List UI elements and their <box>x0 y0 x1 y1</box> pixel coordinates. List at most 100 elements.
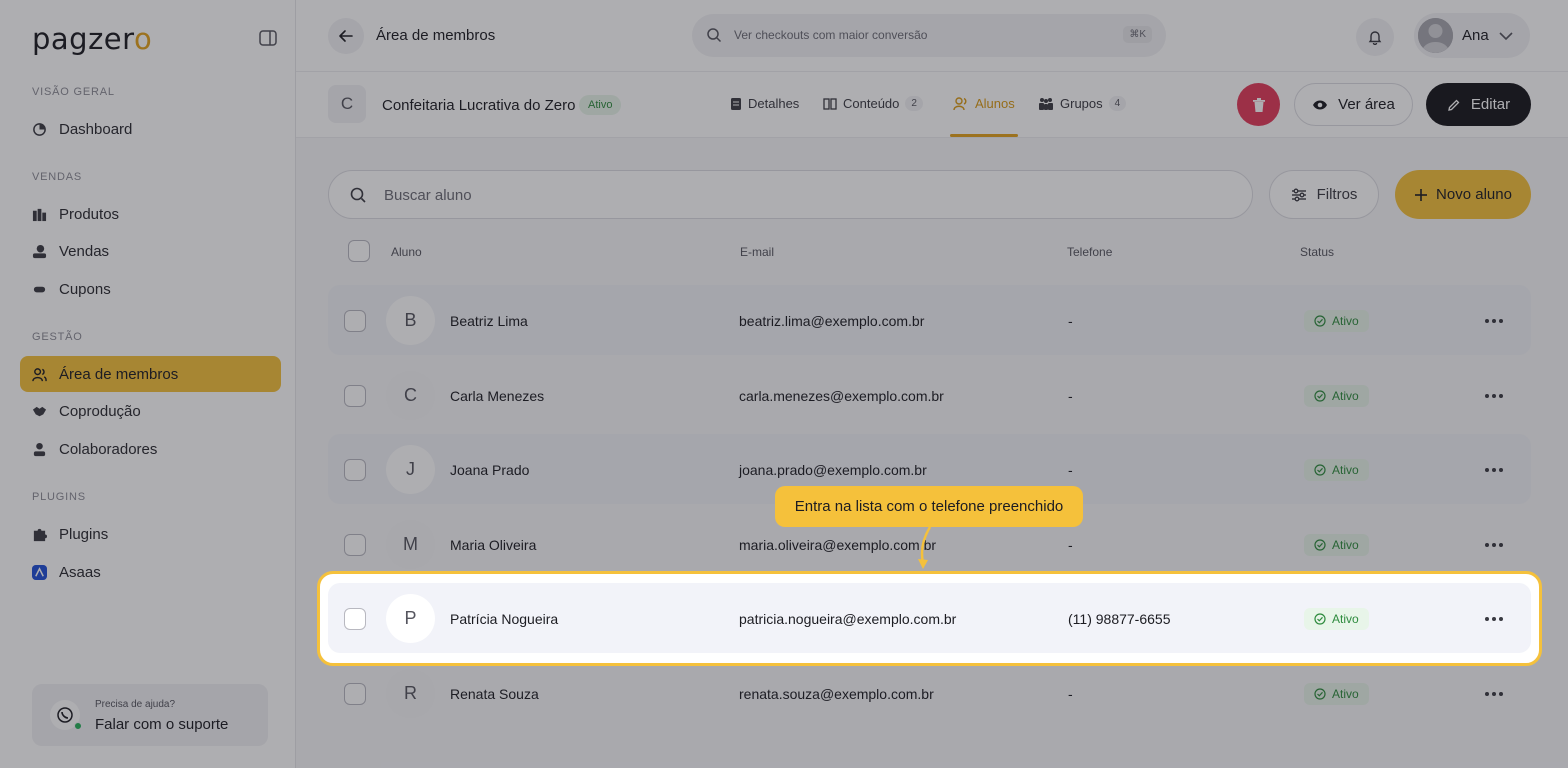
more-options-icon[interactable] <box>1482 684 1506 704</box>
sidebar-collapse-icon[interactable] <box>258 28 278 48</box>
asaas-icon <box>32 564 47 580</box>
tour-tooltip: Entra na lista com o telefone preenchido <box>775 486 1083 527</box>
tab-conteudo[interactable]: Conteúdo 2 <box>823 96 923 111</box>
trash-icon <box>1252 97 1265 112</box>
button-label: Editar <box>1470 96 1511 113</box>
arrow-left-icon <box>339 30 353 42</box>
sidebar-item-label: Asaas <box>59 563 101 581</box>
product-avatar: C <box>328 85 366 123</box>
support-hint: Precisa de ajuda? <box>95 699 176 710</box>
sidebar-item-coproducao[interactable]: Coprodução <box>20 393 281 429</box>
search-icon <box>706 27 722 48</box>
more-options-icon[interactable] <box>1482 311 1506 331</box>
sidebar-item-colaboradores[interactable]: Colaboradores <box>20 431 281 467</box>
sidebar-item-asaas[interactable]: Asaas <box>20 554 281 590</box>
row-checkbox[interactable] <box>344 459 366 481</box>
sidebar-item-plugins[interactable]: Plugins <box>20 516 281 552</box>
table-row[interactable]: R Renata Souza renata.souza@exemplo.com.… <box>328 658 1531 728</box>
check-circle-icon <box>1314 539 1326 551</box>
status-badge: Ativo <box>1304 310 1369 332</box>
student-email: maria.oliveira@exemplo.com.br <box>739 537 937 553</box>
more-options-icon[interactable] <box>1482 386 1506 406</box>
puzzle-icon <box>32 527 47 542</box>
student-name: Carla Menezes <box>450 388 545 404</box>
more-options-icon[interactable] <box>1482 609 1506 629</box>
row-checkbox[interactable] <box>344 385 366 407</box>
more-options-icon[interactable] <box>1482 460 1506 480</box>
check-circle-icon <box>1314 613 1326 625</box>
table-row-highlighted[interactable]: P Patrícia Nogueira patricia.nogueira@ex… <box>328 583 1531 653</box>
student-search-input[interactable]: Buscar aluno <box>328 170 1253 219</box>
student-avatar: P <box>386 594 435 643</box>
student-avatar: R <box>386 669 435 718</box>
new-student-button[interactable]: Novo aluno <box>1395 170 1531 219</box>
search-shortcut: ⌘K <box>1123 26 1152 43</box>
table-row[interactable]: B Beatriz Lima beatriz.lima@exemplo.com.… <box>328 285 1531 355</box>
tab-label: Alunos <box>975 96 1015 111</box>
edit-button[interactable]: Editar <box>1426 83 1531 126</box>
document-icon <box>731 97 741 110</box>
row-checkbox[interactable] <box>344 608 366 630</box>
sidebar-item-label: Coprodução <box>59 402 141 420</box>
nav-section-sales: VENDAS <box>32 171 83 183</box>
button-label: Ver área <box>1338 96 1395 113</box>
product-header: C Confeitaria Lucrativa do Zero Ativo De… <box>296 72 1568 138</box>
column-header-telefone: Telefone <box>1067 245 1113 259</box>
support-card[interactable]: Precisa de ajuda? Falar com o suporte <box>32 684 268 746</box>
delete-button[interactable] <box>1237 83 1280 126</box>
button-label: Filtros <box>1316 186 1358 203</box>
sidebar-item-cupons[interactable]: Cupons <box>20 271 281 307</box>
select-all-checkbox[interactable] <box>348 240 370 262</box>
tab-alunos[interactable]: Alunos <box>953 96 1015 111</box>
back-button[interactable] <box>328 18 364 54</box>
tooltip-arrow-icon <box>918 527 932 569</box>
sidebar-item-dashboard[interactable]: Dashboard <box>20 111 281 147</box>
members-icon <box>32 367 47 382</box>
sidebar-item-label: Colaboradores <box>59 440 158 458</box>
row-checkbox[interactable] <box>344 534 366 556</box>
support-link[interactable]: Falar com o suporte <box>95 716 228 733</box>
view-area-button[interactable]: Ver área <box>1294 83 1413 126</box>
sidebar: pagzero VISÃO GERAL Dashboard VENDAS Pro… <box>0 0 296 768</box>
student-email: patricia.nogueira@exemplo.com.br <box>739 611 957 627</box>
row-checkbox[interactable] <box>344 683 366 705</box>
brand-logo[interactable]: pagzero <box>32 22 152 56</box>
nav-section-plugins: PLUGINS <box>32 491 86 503</box>
tab-grupos[interactable]: Grupos 4 <box>1038 96 1127 111</box>
status-badge: Ativo <box>1304 683 1369 705</box>
student-phone: - <box>1068 537 1073 553</box>
active-tab-indicator <box>950 134 1018 137</box>
column-header-status: Status <box>1300 245 1335 259</box>
sidebar-item-label: Vendas <box>59 242 110 260</box>
student-name: Renata Souza <box>450 686 539 702</box>
student-name: Joana Prado <box>450 462 530 478</box>
page-title: Área de membros <box>376 27 496 44</box>
tab-count: 4 <box>1108 96 1127 111</box>
status-badge: Ativo <box>1304 608 1369 630</box>
status-badge: Ativo <box>579 95 622 115</box>
filters-button[interactable]: Filtros <box>1269 170 1379 219</box>
student-phone: (11) 98877-6655 <box>1068 611 1171 627</box>
student-name: Maria Oliveira <box>450 537 537 553</box>
search-placeholder: Ver checkouts com maior conversão <box>734 28 928 42</box>
coupon-icon <box>32 282 47 297</box>
person-icon <box>32 442 47 457</box>
student-email: renata.souza@exemplo.com.br <box>739 686 934 702</box>
user-menu[interactable]: Ana <box>1414 13 1530 58</box>
student-phone: - <box>1068 388 1073 404</box>
global-search-input[interactable]: Ver checkouts com maior conversão ⌘K <box>692 14 1166 57</box>
button-label: Novo aluno <box>1436 186 1512 203</box>
student-email: carla.menezes@exemplo.com.br <box>739 388 944 404</box>
sidebar-item-produtos[interactable]: Produtos <box>20 196 281 232</box>
sidebar-item-vendas[interactable]: Vendas <box>20 233 281 269</box>
notifications-button[interactable] <box>1356 18 1394 56</box>
sidebar-item-area-de-membros[interactable]: Área de membros <box>20 356 281 392</box>
row-checkbox[interactable] <box>344 310 366 332</box>
table-row[interactable]: C Carla Menezes carla.menezes@exemplo.co… <box>328 360 1531 430</box>
tab-label: Detalhes <box>748 96 800 111</box>
tab-detalhes[interactable]: Detalhes <box>730 96 799 111</box>
sales-icon <box>32 244 47 259</box>
student-phone: - <box>1068 313 1073 329</box>
more-options-icon[interactable] <box>1482 535 1506 555</box>
product-title: Confeitaria Lucrativa do Zero <box>382 97 576 114</box>
